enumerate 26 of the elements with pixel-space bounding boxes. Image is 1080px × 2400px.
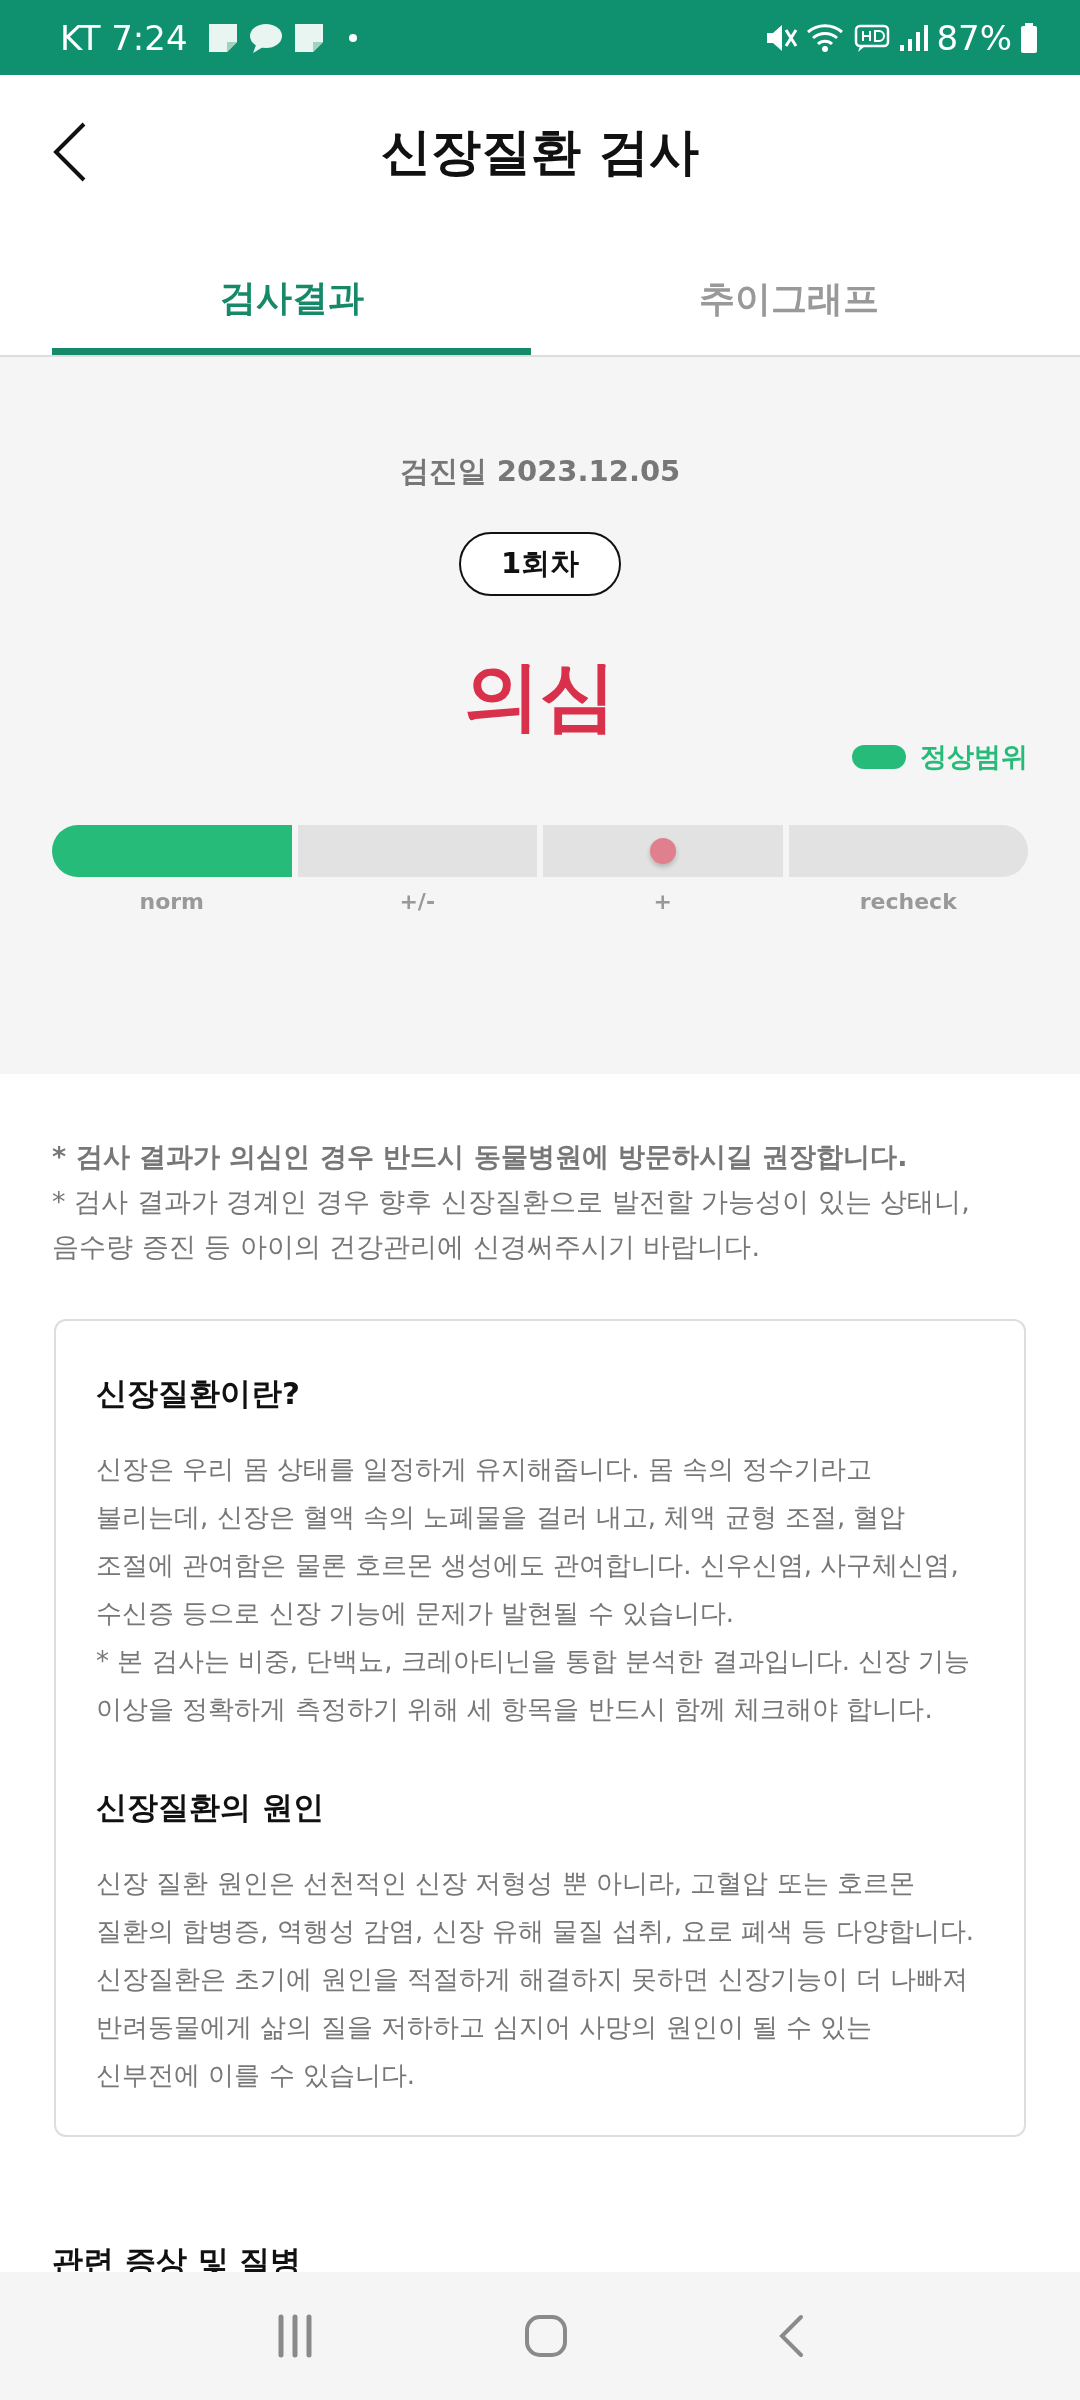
scale-label: +/- (398, 889, 437, 914)
round-badge: 1회차 (458, 532, 622, 596)
dot-icon (347, 32, 358, 43)
status-time: KT 7:24 (60, 17, 188, 58)
hd-icon (854, 22, 891, 53)
scale-label: + (652, 889, 673, 914)
section-text: 신장 질환 원인은 선천적인 신장 저형성 뿐 아니라, 고혈압 또는 호르몬 질환의 합병증, 역행성 감염, 신장 유해 물질 섭취, 요로 폐색 등 다양합니다. 신장질환은 초기에 원인을 적절하게 해결하지 못하면 신장기능이 더 나빠져 반려동물에게 삶의 질을 저하하고 심지어 사망의 원인이 될 수 있는 신부전에 이를 수 있습니다. (96, 1867, 975, 2092)
result-marker (649, 838, 676, 864)
notice-text: * 검사 결과가 경계인 경우 향후 신장질환으로 발전할 가능성이 있는 상태니, 음수량 증진 등 아이의 건강관리에 신경써주시기 바랍니다. (52, 1185, 971, 1264)
section-heading: 신장질환이란? (96, 1374, 301, 1413)
tab[interactable]: 추이그래프 (549, 230, 1028, 355)
battery-icon (1020, 21, 1038, 54)
result-verdict: 의심 (464, 650, 616, 742)
back-icon[interactable] (777, 2314, 806, 2358)
home-icon[interactable] (524, 2314, 568, 2358)
notice-text: * 검사 결과가 의심인 경우 반드시 동물병원에 방문하시길 권장합니다. (52, 1140, 909, 1174)
battery-percent: 87% (936, 17, 1012, 58)
exam-date: 검진일 2023.12.05 (399, 453, 681, 490)
section-heading: 신장질환의 원인 (96, 1788, 325, 1827)
signal-icon (898, 22, 929, 53)
scale-label: recheck (858, 889, 958, 914)
section-text: 신장은 우리 몸 상태를 일정하게 유지해줍니다. 몸 속의 정수기라고 불리는데, 신장은 혈액 속의 노폐물을 걸러 내고, 체액 균형 조절, 혈압 조절에 관여함은 물론 호르몬 생성에도 관여합니다. 신우신염, 사구체신염, 수신증 등으로 신장 기능에 문제가 발현될 수 있습니다. * 본 검사는 비중, 단백뇨, 크레아티닌을 통합 분석한 결과입니다. 신장 기능 이상을 정확하게 측정하기 위해 세 항목을 반드시 함께 체크해야 합니다. (96, 1453, 972, 1726)
scale-label: norm (138, 889, 206, 914)
legend-swatch (852, 745, 906, 769)
page-title: 신장질환 검사 (381, 122, 699, 183)
legend-label: 정상범위 (920, 740, 1028, 774)
